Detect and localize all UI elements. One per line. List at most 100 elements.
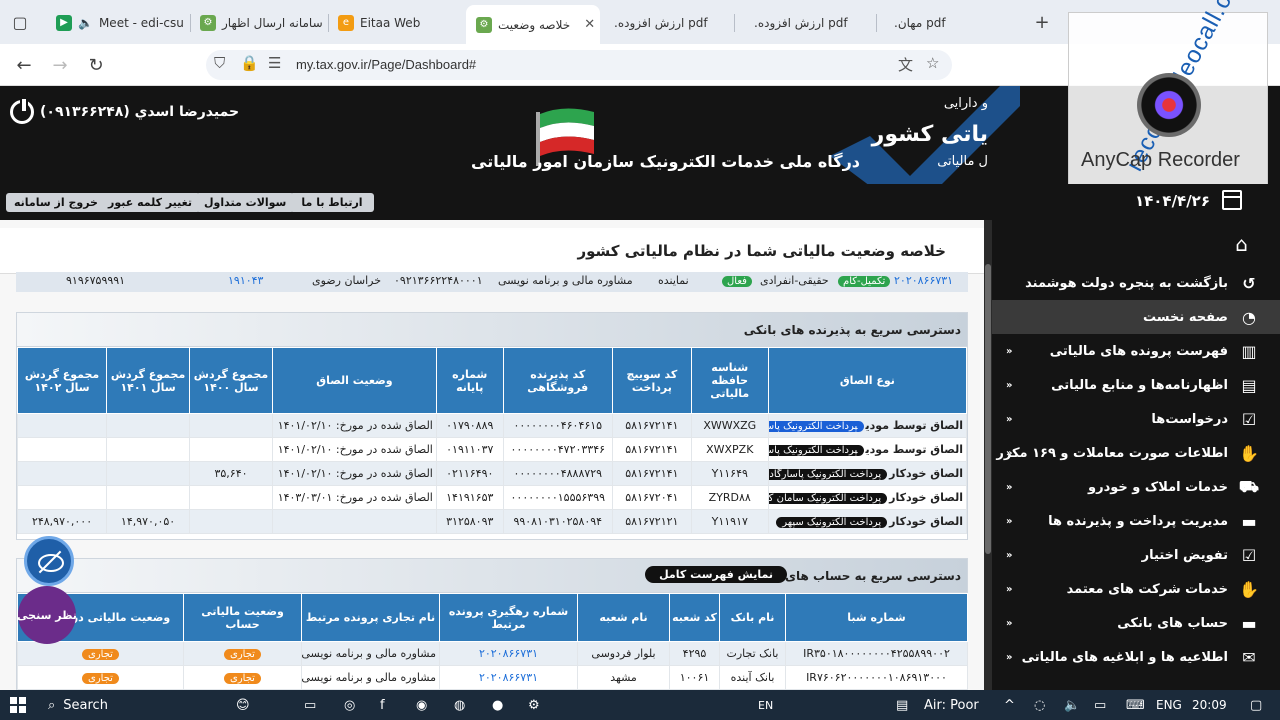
reload-icon[interactable]: ↻ xyxy=(84,53,108,77)
handshake-icon: ✋ xyxy=(1239,443,1259,463)
sidebar-item[interactable]: » اظهارنامه‌ها و منابع مالیاتی ▤ xyxy=(992,368,1280,402)
keyboard-icon[interactable]: ⌨ xyxy=(1126,694,1145,716)
sidebar-item[interactable]: » اطلاعات صورت معاملات و ۱۶۹ مکرر ✋ xyxy=(992,436,1280,470)
col-header: شماره شبا xyxy=(785,593,968,642)
windows-start-icon[interactable] xyxy=(10,697,26,713)
cell-switch: ۵۸۱۶۷۲۱۴۱ xyxy=(611,437,692,462)
cell-tracking[interactable]: ۲۰۲۰۸۶۶۷۳۱ xyxy=(439,641,578,666)
battery-icon[interactable]: ▭ xyxy=(1094,694,1106,716)
task-view-icon[interactable]: ▭ xyxy=(304,694,316,716)
tab-label: سامانه ارسال اظهار xyxy=(222,15,323,30)
tab-pdf-3[interactable]: .مهان pdf xyxy=(884,5,1014,40)
sidebar-item[interactable]: » حساب های بانکی ▬ xyxy=(992,606,1280,640)
sidebar-item[interactable]: » مدیریت پرداخت و پذیرنده ها ▬ xyxy=(992,504,1280,538)
shield-icon[interactable]: ⛉ xyxy=(214,54,225,72)
accessibility-eye-icon[interactable] xyxy=(24,536,74,586)
chevron-icon: » xyxy=(1006,447,1013,459)
sidebar-item[interactable]: بازگشت به پنجره دولت هوشمند ↺ xyxy=(992,266,1280,300)
star-icon[interactable]: ☆ xyxy=(926,54,939,72)
tab-label: Meet - edi-csu xyxy=(98,15,184,30)
network-icon[interactable]: ◌ xyxy=(1034,694,1045,716)
tray-chevron-icon[interactable]: ^ xyxy=(1004,694,1015,716)
sidebar-item[interactable]: » فهرست پرونده های مالیاتی ▥ xyxy=(992,334,1280,368)
weather-text[interactable]: Air: Poor xyxy=(924,694,979,716)
volume-icon[interactable]: 🔈 xyxy=(1064,694,1080,716)
col-header: نام شعبه xyxy=(577,593,670,642)
ime-indicator[interactable]: ENG xyxy=(1156,694,1182,716)
sidebar-scrollbar[interactable] xyxy=(984,220,992,690)
logout-button[interactable]: خروج از سامانه xyxy=(6,193,106,212)
sidebar-item-label: صفحه نخست xyxy=(1143,309,1228,325)
car-icon: ⛟ xyxy=(1238,476,1260,496)
settings-icon[interactable]: ⚙ xyxy=(528,694,540,716)
show-full-list-button[interactable]: نمایش فهرست کامل xyxy=(645,566,787,583)
tab-dashboard[interactable]: ⚙ خلاصه وضعیت ✕ xyxy=(466,5,600,44)
cell-y1402 xyxy=(16,461,108,486)
cell-y1402 xyxy=(16,485,108,510)
cell-terminal: ۳۱۲۵۸۰۹۳ xyxy=(435,509,504,534)
sidebar-item-label: حساب های بانکی xyxy=(1117,615,1228,631)
change-password-button[interactable]: تغییر کلمه عبور xyxy=(100,193,200,212)
home-icon[interactable]: ⌂ xyxy=(1235,232,1248,256)
status-badge: تجاری xyxy=(224,673,261,684)
chevron-icon: » xyxy=(1006,413,1013,425)
sidebar-item[interactable]: » خدمات املاک و خودرو ⛟ xyxy=(992,470,1280,504)
cell-merchant: ۹۹۰۸۱۰۳۱۰۲۵۸۰۹۴ xyxy=(502,509,613,534)
facebook-icon[interactable]: f xyxy=(380,694,385,716)
translate-icon[interactable]: 文 xyxy=(898,54,913,75)
tab-eitaa[interactable]: e Eitaa Web xyxy=(328,5,468,40)
sidebar-item[interactable]: » اطلاعیه ها و ابلاغیه های مالیاتی ✉ xyxy=(992,640,1280,674)
col-header: مجموع گردش سال ۱۴۰۲ xyxy=(16,347,108,414)
province: خراسان رضوی xyxy=(312,274,382,287)
bank-panel: دسترسی سریع به حساب های بانکی نمایش فهرس… xyxy=(16,558,968,690)
lang-indicator[interactable]: EN xyxy=(758,694,773,716)
forward-icon[interactable]: → xyxy=(48,53,72,77)
power-icon[interactable] xyxy=(10,97,34,124)
cell-switch: ۵۸۱۶۷۲۰۴۱ xyxy=(611,485,692,510)
sidebar-item[interactable]: صفحه نخست ◔ xyxy=(992,300,1280,334)
firefox-icon[interactable]: ◉ xyxy=(416,694,427,716)
tab-menu-icon[interactable]: ▢ xyxy=(8,10,32,34)
tab-pdf-1[interactable]: .ارزش افزوده pdf xyxy=(604,5,734,40)
sidebar: ⌂ بازگشت به پنجره دولت هوشمند ↺ صفحه نخست ◔… xyxy=(984,220,1280,690)
contact-button[interactable]: ارتباط با ما xyxy=(290,193,374,212)
tab-label: .مهان pdf xyxy=(894,15,946,30)
taskbar-search[interactable]: ⌕ Search xyxy=(48,694,108,716)
clock[interactable]: 20:09 xyxy=(1192,694,1227,716)
survey-button[interactable]: نظر سنجی xyxy=(17,586,77,644)
site-settings-icon[interactable]: ☰ xyxy=(268,54,281,72)
back-icon[interactable]: ← xyxy=(12,53,36,77)
sidebar-item-label: تفویض اختیار xyxy=(1141,547,1228,563)
address-bar[interactable]: ⛉ 🔒 ☰ my.tax.gov.ir/Page/Dashboard# 文 ☆ xyxy=(206,50,952,80)
pos-table-body: الصاق توسط مودیپرداخت الکترونیک پاسارگاد… xyxy=(16,413,968,534)
file-number-link[interactable]: ۲۰۲۰۸۶۶۷۳۱ xyxy=(894,274,953,287)
cell-attach-type: الصاق خودکارپرداخت الکترونیک سپهر xyxy=(767,509,968,534)
lock-icon[interactable]: 🔒 xyxy=(240,54,259,72)
pos-panel-title: دسترسی سریع به پذیرنده های بانکی xyxy=(743,323,961,337)
cell-terminal: ۱۴۱۹۱۶۵۳ xyxy=(435,485,504,510)
sidebar-item[interactable]: » تفویض اختیار ☑ xyxy=(992,538,1280,572)
notification-icon[interactable]: ▢ xyxy=(1250,694,1262,716)
table-row: IR۳۵۰۱۸۰۰۰۰۰۰۰۰۴۲۵۵۸۹۹۰۰۲ بانک تجارت ۴۲۹۵ ب… xyxy=(17,641,968,666)
new-tab-icon[interactable]: + xyxy=(1030,10,1054,34)
attach-type: الصاق خودکار xyxy=(889,515,963,528)
col-header: نام تجاری پرونده مرتبط xyxy=(301,593,440,642)
cell-iban: IR۳۵۰۱۸۰۰۰۰۰۰۰۰۴۲۵۵۸۹۹۰۰۲ xyxy=(785,641,968,666)
sidebar-item[interactable]: » درخواست‌ها ☑ xyxy=(992,402,1280,436)
file-icon: ▤ xyxy=(1241,375,1257,395)
recorder-icon[interactable]: ● xyxy=(492,694,503,716)
code-link[interactable]: ۱۹۱۰۴۳ xyxy=(228,274,263,287)
faq-button[interactable]: سوالات متداول xyxy=(196,193,295,212)
request-icon: ☑ xyxy=(1241,409,1257,429)
cell-y1400 xyxy=(189,413,273,438)
tab-pdf-2[interactable]: .ارزش افزوده pdf xyxy=(744,5,874,40)
instagram-icon[interactable]: ◎ xyxy=(344,694,355,716)
sidebar-item[interactable]: » خدمات شرکت های معتمد ✋ xyxy=(992,572,1280,606)
attach-type: الصاق توسط مودی xyxy=(865,443,963,456)
cell-tracking[interactable]: ۲۰۲۰۸۶۶۷۳۱ xyxy=(439,665,578,690)
chrome-icon[interactable]: ◍ xyxy=(454,694,465,716)
close-icon[interactable]: ✕ xyxy=(584,17,595,32)
tab-samane[interactable]: ⚙ سامانه ارسال اظهار xyxy=(190,5,330,40)
tab-meet[interactable]: ▶ 🔈 Meet - edi-csu xyxy=(46,5,196,40)
pos-table: نوع الصاق شناسه حافظه مالیاتی کد سوییچ پ… xyxy=(16,347,968,534)
